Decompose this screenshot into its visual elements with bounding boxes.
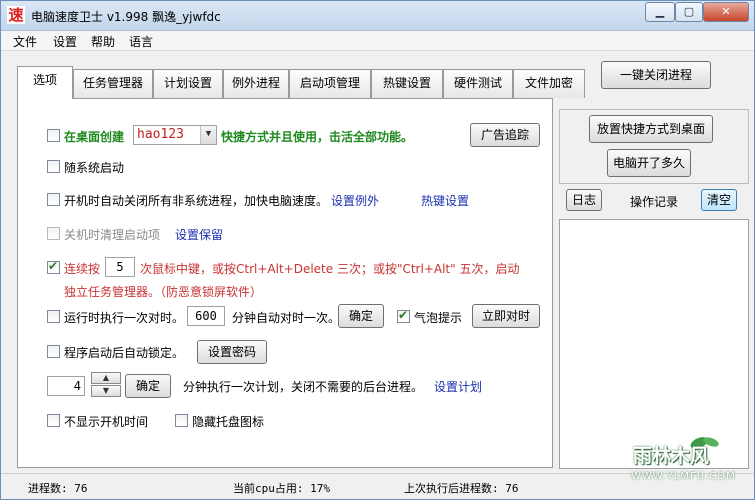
clean-startup-label: 关机时清理启动项 — [64, 228, 161, 242]
run-time-sync-label: 运行时执行一次对时。 — [64, 311, 185, 325]
sync-interval-input[interactable]: 600 — [187, 306, 225, 326]
cpu-usage-status: 当前cpu占用: 17% — [233, 482, 330, 495]
last-run-status: 上次执行后进程数: 76 — [404, 482, 519, 495]
spin-up-icon[interactable]: ▲ — [91, 372, 121, 384]
menu-file[interactable]: 文件 — [13, 33, 37, 50]
sync-confirm-button[interactable]: 确定 — [338, 304, 384, 328]
autostart-checkbox[interactable] — [47, 160, 60, 173]
app-icon: 速 — [7, 6, 25, 24]
menu-language[interactable]: 语言 — [129, 33, 153, 50]
hide-tray-label: 隐藏托盘图标 — [192, 415, 265, 429]
tab-options[interactable]: 选项 — [17, 66, 73, 99]
hide-boot-time-label: 不显示开机时间 — [64, 415, 149, 429]
ad-tracking-button[interactable]: 广告追踪 — [470, 123, 540, 147]
set-retain-link[interactable]: 设置保留 — [175, 226, 223, 243]
watermark-subtitle: WWW.YLMFU.COM — [631, 471, 736, 482]
clear-log-button[interactable]: 清空 — [701, 189, 737, 211]
desktop-site-select[interactable]: hao123 ▼ — [133, 125, 217, 145]
operation-log-title: 操作记录 — [630, 195, 679, 209]
continuous-press-label: 连续按 — [64, 262, 101, 276]
hotkey-settings-link[interactable]: 热键设置 — [421, 192, 469, 209]
auto-lock-label: 程序启动后自动锁定。 — [64, 346, 185, 360]
menu-settings[interactable]: 设置 — [53, 33, 77, 50]
app-window: 速 电脑速度卫士 v1.998 飘逸_yjwfdc ▁ ▢ ✕ 文件 设置 帮助… — [0, 0, 755, 500]
tab-encryption[interactable]: 文件加密 — [513, 69, 585, 98]
auto-lock-checkbox[interactable] — [47, 345, 60, 358]
continuous-press-text: 次鼠标中键，或按Ctrl+Alt+Delete 三次；或按"Ctrl+Alt" … — [140, 262, 520, 276]
run-time-sync-checkbox[interactable] — [47, 310, 60, 323]
close-button[interactable]: ✕ — [703, 2, 749, 22]
operation-log-list[interactable] — [559, 219, 749, 469]
tab-task-manager[interactable]: 任务管理器 — [73, 69, 153, 98]
clean-startup-checkbox[interactable] — [47, 227, 60, 240]
maximize-button[interactable]: ▢ — [675, 2, 703, 22]
log-button[interactable]: 日志 — [566, 189, 602, 211]
set-password-button[interactable]: 设置密码 — [197, 340, 267, 364]
tab-schedule[interactable]: 计划设置 — [153, 69, 223, 98]
plan-confirm-button[interactable]: 确定 — [125, 374, 171, 398]
desktop-create-label: 在桌面创建 — [64, 130, 125, 144]
sync-now-button[interactable]: 立即对时 — [472, 304, 540, 328]
set-exceptions-link[interactable]: 设置例外 — [331, 192, 379, 209]
press-count-input[interactable]: 5 — [105, 257, 135, 277]
autostart-label: 随系统启动 — [64, 161, 125, 175]
set-plan-link[interactable]: 设置计划 — [434, 378, 482, 395]
sync-interval-suffix: 分钟自动对时一次。 — [232, 311, 341, 325]
place-shortcut-button[interactable]: 放置快捷方式到桌面 — [589, 115, 713, 143]
bubble-tip-checkbox[interactable] — [397, 308, 410, 323]
tab-exceptions[interactable]: 例外进程 — [223, 69, 289, 98]
site-watermark: 雨林木风 WWW.YLMFU.COM — [613, 433, 753, 491]
spin-down-icon[interactable]: ▼ — [91, 385, 121, 397]
title-bar[interactable]: 速 电脑速度卫士 v1.998 飘逸_yjwfdc ▁ ▢ ✕ — [1, 1, 754, 31]
continuous-press-checkbox[interactable] — [47, 259, 60, 274]
bubble-tip-label: 气泡提示 — [414, 311, 463, 325]
menu-help[interactable]: 帮助 — [91, 33, 115, 50]
process-count-status: 进程数: 76 — [28, 482, 88, 495]
plan-text: 分钟执行一次计划，关闭不需要的后台进程。 — [183, 380, 424, 394]
uptime-button[interactable]: 电脑开了多久 — [607, 149, 691, 177]
hide-boot-time-checkbox[interactable] — [47, 414, 60, 427]
watermark-title: 雨林木风 — [633, 445, 710, 467]
desktop-site-value: hao123 — [137, 127, 184, 142]
chevron-down-icon[interactable]: ▼ — [200, 126, 216, 144]
menu-bar: 文件 设置 帮助 语言 — [1, 31, 754, 51]
auto-close-checkbox[interactable] — [47, 193, 60, 206]
tab-hardware[interactable]: 硬件测试 — [443, 69, 513, 98]
close-all-processes-button[interactable]: 一键关闭进程 — [601, 61, 711, 89]
auto-close-label: 开机时自动关闭所有非系统进程，加快电脑速度。 — [64, 194, 329, 208]
tab-startup[interactable]: 启动项管理 — [289, 69, 371, 98]
desktop-create-checkbox[interactable] — [47, 129, 60, 142]
window-title: 电脑速度卫士 v1.998 飘逸_yjwfdc — [31, 10, 221, 24]
desktop-create-suffix: 快捷方式并且使用，击活全部功能。 — [221, 130, 414, 144]
plan-interval-input[interactable]: 4 — [47, 376, 85, 396]
continuous-press-text-2: 独立任务管理器。（防恶意锁屏软件） — [64, 285, 263, 299]
minimize-button[interactable]: ▁ — [645, 2, 675, 22]
hide-tray-checkbox[interactable] — [175, 414, 188, 427]
tab-hotkeys[interactable]: 热键设置 — [371, 69, 443, 98]
